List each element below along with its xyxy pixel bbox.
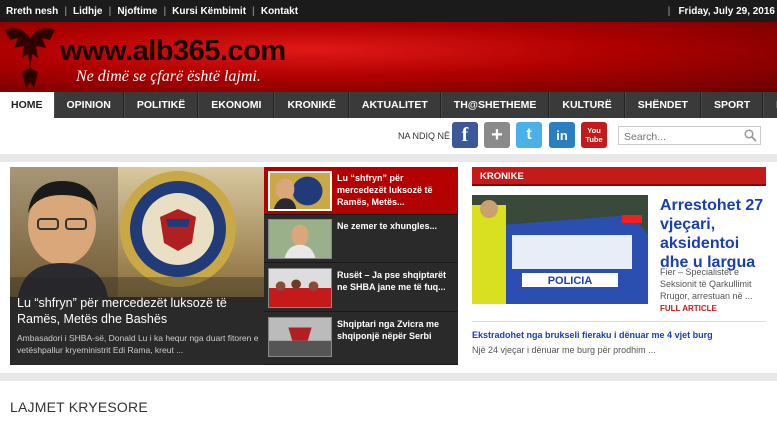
featured-side-item[interactable]: Rusët – Ja pse shqiptarët ne SHBA jane m… [264, 264, 458, 312]
twitter-icon[interactable]: t [516, 122, 542, 148]
divider [0, 373, 777, 381]
nav-item-home[interactable]: HOME [0, 92, 54, 118]
main-nav: HOME OPINION POLITIKË EKONOMI KRONIKË AK… [0, 92, 777, 118]
thumbnail[interactable] [268, 219, 332, 259]
nav-item-aktualitet[interactable]: AKTUALITET [348, 92, 441, 118]
featured-side-list: Lu “shfryn” për mercedezët luksozë të Ra… [264, 167, 458, 365]
featured-main[interactable]: Lu “shfryn” për mercedezët luksozë të Ra… [10, 167, 264, 365]
top-link-notices[interactable]: Njoftime [111, 6, 163, 17]
nav-item-kulture[interactable]: KULTURË [549, 92, 625, 118]
top-link-exchange[interactable]: Kursi Këmbimit [166, 6, 252, 17]
facebook-icon[interactable]: f [452, 122, 478, 148]
date-display: | Friday, July 29, 2016 [668, 0, 777, 22]
site-header: www.alb365.com Ne dimë se çfarë është la… [0, 22, 777, 92]
full-article-link[interactable]: FULL ARTICLE [660, 304, 717, 313]
featured-side-title[interactable]: Shqiptari nga Zvicra me shqiponjë nëpër … [337, 318, 455, 342]
featured-side-title[interactable]: Lu “shfryn” për mercedezët luksozë të Ra… [337, 172, 455, 208]
featured-excerpt: Ambasadori i SHBA-së, Donald Lu i ka heq… [17, 333, 259, 355]
thumbnail[interactable] [268, 268, 332, 308]
kronike-excerpt: Fier – Specialistët e Seksionit të Qarku… [660, 267, 753, 301]
featured-side-item[interactable]: Shqiptari nga Zvicra me shqiponjë nëpër … [264, 313, 458, 365]
site-tagline: Ne dimë se çfarë është lajmi. [76, 68, 261, 85]
featured-photo[interactable] [10, 167, 264, 297]
nav-item-ekonomi[interactable]: EKONOMI [198, 92, 275, 118]
section-title: LAJMET KRYESORE [10, 399, 148, 415]
top-bar: Rreth nesh | Lidhje | Njoftime | Kursi K… [0, 0, 777, 22]
kronike-label[interactable]: KRONIKE [480, 171, 524, 182]
featured-slider: Lu “shfryn” për mercedezët luksozë të Ra… [10, 167, 458, 365]
search-input[interactable] [619, 128, 739, 146]
svg-text:POLICIA: POLICIA [548, 275, 593, 287]
thumbnail[interactable] [268, 171, 332, 211]
kronike-section-header[interactable]: KRONIKE [472, 167, 766, 186]
search-icon[interactable] [744, 129, 757, 142]
eagle-logo-icon[interactable] [0, 22, 60, 92]
divider [0, 154, 777, 162]
kronike-secondary-excerpt: Një 24 vjeçar i dënuar me burg për prodh… [472, 345, 656, 355]
featured-side-item[interactable]: Lu “shfryn” për mercedezët luksozë të Ra… [264, 167, 458, 215]
top-link-contact[interactable]: Kontakt [255, 6, 304, 17]
top-link-about[interactable]: Rreth nesh [0, 6, 64, 17]
nav-item-shendet[interactable]: SHËNDET [624, 92, 701, 118]
top-links: Rreth nesh | Lidhje | Njoftime | Kursi K… [0, 0, 304, 22]
search-box[interactable] [618, 126, 761, 146]
top-link-links[interactable]: Lidhje [67, 6, 108, 17]
linkedin-icon[interactable]: in [549, 122, 575, 148]
site-logo[interactable]: www.alb365.com [60, 35, 286, 68]
nav-item-sport[interactable]: SPORT [700, 92, 764, 118]
kronike-photo[interactable]: POLICIA [472, 195, 648, 304]
social-bar: NA NDIQ NË f + t in You Tube [0, 118, 777, 154]
nav-item-opinion[interactable]: OPINION [53, 92, 124, 118]
kronike-title[interactable]: Arrestohet 27 vjeçari, aksidentoi dhe u … [660, 196, 770, 272]
separator: | [667, 5, 671, 17]
current-date: Friday, July 29, 2016 [678, 5, 775, 17]
featured-side-title[interactable]: Rusët – Ja pse shqiptarët ne SHBA jane m… [337, 269, 455, 293]
nav-item-politike[interactable]: POLITIKË [123, 92, 199, 118]
featured-side-title[interactable]: Ne zemer te xhungles... [337, 220, 455, 232]
thumbnail[interactable] [268, 317, 332, 357]
nav-item-thashetheme[interactable]: TH@SHETHEME [440, 92, 550, 118]
featured-side-item[interactable]: Ne zemer te xhungles... [264, 215, 458, 263]
follow-us-label: NA NDIQ NË [398, 131, 451, 141]
google-plus-icon[interactable]: + [484, 122, 510, 148]
kronike-secondary-link[interactable]: Ekstradohet nga brukseli fieraku i dënua… [472, 330, 713, 340]
youtube-icon[interactable]: You Tube [581, 122, 607, 148]
divider [472, 321, 766, 322]
page: Rreth nesh | Lidhje | Njoftime | Kursi K… [0, 0, 777, 423]
nav-item-bota[interactable]: BOTA [763, 92, 777, 118]
featured-title[interactable]: Lu “shfryn” për mercedezët luksozë të Ra… [17, 295, 257, 327]
nav-item-kronike[interactable]: KRONIKË [274, 92, 349, 118]
